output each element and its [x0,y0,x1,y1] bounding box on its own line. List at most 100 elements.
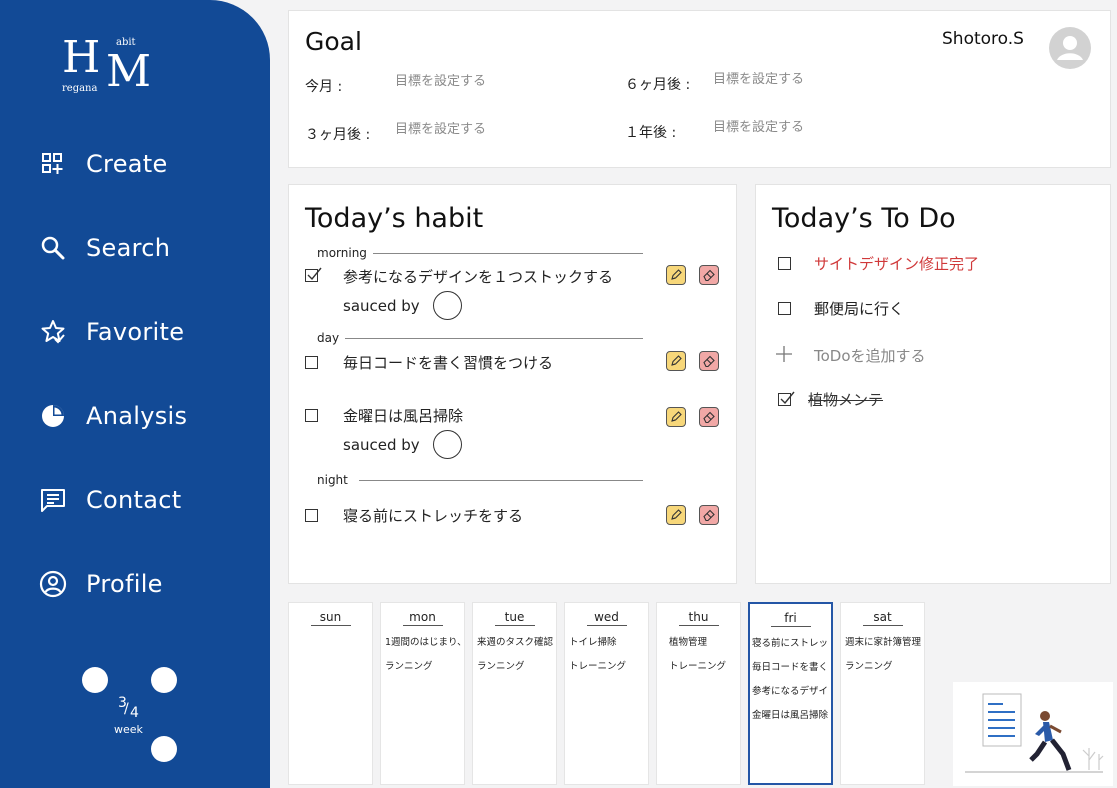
day-column-tue[interactable]: tue 来週のタスク確認 ランニング [472,602,557,785]
sidebar-item-analysis[interactable]: Analysis [38,396,187,436]
day-item: トレーニング [669,661,727,672]
search-icon [41,236,65,260]
day-items: 寝る前にストレッ 毎日コードを書く 参考になるデザイ 金曜日は風呂掃除 [752,637,829,733]
habit-card: Today’s habit morning 参考になるデザインを１つストックする… [288,184,737,584]
profile-icon [39,570,67,598]
week-denominator: 4 [130,705,139,721]
goal-input-one-year[interactable] [713,120,913,135]
goal-input-this-month[interactable] [395,74,595,89]
day-items: 来週のタスク確認 ランニング [477,636,554,684]
app-logo[interactable]: H abit M regana [62,36,152,98]
runner-illustration-icon [965,693,1104,773]
delete-button[interactable] [699,265,719,285]
day-column-sun[interactable]: sun [288,602,373,785]
day-underline [862,625,903,626]
edit-button[interactable] [666,505,686,525]
plus-icon [776,346,792,362]
goal-label: ６ヶ月後 : [625,77,691,93]
day-item: ランニング [385,661,433,672]
logo-letter-h: H [62,32,101,83]
sidebar-item-profile[interactable]: Profile [38,564,163,604]
day-column-mon[interactable]: mon 1週間のはじまり、 ランニング [380,602,465,785]
day-item: ランニング [845,661,893,672]
sauced-by-avatar[interactable] [433,430,462,459]
day-name: sat [873,610,892,624]
delete-button[interactable] [699,351,719,371]
habit-checkbox[interactable] [305,409,318,422]
logo-regana: regana [62,83,98,94]
eraser-icon [703,355,715,368]
logo-letter-m: M [106,46,152,97]
goal-input-six-months[interactable] [713,72,913,87]
goal-label: １年後 : [625,125,677,141]
user-name: Shotoro.S [942,29,1024,49]
habit-checkbox[interactable] [305,356,318,369]
sidebar-item-favorite[interactable]: Favorite [38,312,184,352]
sidebar: H abit M regana Create Search Favorite A… [0,0,270,788]
day-name: sun [319,610,342,624]
week-dot [82,667,108,693]
eraser-icon [703,411,715,424]
sidebar-item-label: Create [86,150,168,178]
day-name: mon [409,610,436,624]
sauced-by-avatar[interactable] [433,291,462,320]
day-column-thu[interactable]: thu 植物管理 トレーニング [656,602,741,785]
habit-text: 参考になるデザインを１つストックする [343,268,614,286]
day-items: 植物管理 トレーニング [669,636,738,684]
create-icon [42,153,63,174]
eraser-icon [703,509,715,522]
day-column-sat[interactable]: sat 週末に家計簿管理 ランニング [840,602,925,785]
day-underline [770,626,811,627]
edit-icon [671,269,682,280]
avatar-icon[interactable] [1049,27,1091,69]
day-name: tue [504,610,525,624]
delete-button[interactable] [699,407,719,427]
edit-button[interactable] [666,407,686,427]
section-divider [373,253,643,254]
edit-button[interactable] [666,265,686,285]
delete-button[interactable] [699,505,719,525]
day-items: 週末に家計簿管理 ランニング [845,636,922,684]
goal-title: Goal [305,27,362,56]
favorite-icon [41,320,65,344]
todo-checkbox[interactable] [778,257,791,270]
section-divider [359,480,643,481]
day-column-fri-selected[interactable]: fri 寝る前にストレッ 毎日コードを書く 参考になるデザイ 金曜日は風呂掃除 [748,602,833,785]
section-divider [345,338,643,339]
todo-text: サイトデザイン修正完了 [814,255,980,273]
habit-text: 毎日コードを書く習慣をつける [343,354,554,372]
sidebar-item-contact[interactable]: Contact [38,480,181,520]
habit-text: 金曜日は風呂掃除 [343,407,464,425]
day-item: トレーニング [569,661,627,672]
check-icon [780,391,795,405]
habit-checkbox[interactable] [305,509,318,522]
goal-label: ３ヶ月後 : [305,127,371,143]
day-name: fri [784,611,797,625]
edit-icon [671,509,682,520]
sidebar-item-create[interactable]: Create [38,144,168,184]
sidebar-item-label: Search [86,234,171,262]
day-column-wed[interactable]: wed トイレ掃除 トレーニング [564,602,649,785]
eraser-icon [703,269,715,282]
edit-icon [671,411,682,422]
day-underline [586,625,627,626]
todo-text: 郵便局に行く [814,300,905,318]
week-slash: / [124,701,129,717]
sauced-by-label: sauced by [343,297,420,315]
runner-illustration [953,682,1113,786]
goal-input-three-months[interactable] [395,122,595,137]
day-items: 1週間のはじまり、 ランニング [385,636,462,684]
todo-checkbox-checked[interactable] [778,391,795,406]
todo-text: 植物メンテ [808,391,884,409]
sidebar-item-search[interactable]: Search [38,228,170,268]
todo-card: Today’s To Do サイトデザイン修正完了 郵便局に行く ToDoを追加… [755,184,1111,584]
edit-button[interactable] [666,351,686,371]
section-morning-label: morning [317,246,367,260]
section-day-label: day [317,331,340,345]
day-item: 週末に家計簿管理 [845,637,922,648]
habit-checkbox-checked[interactable] [305,267,322,282]
day-item: ランニング [477,661,525,672]
todo-checkbox[interactable] [778,302,791,315]
day-name: wed [594,610,619,624]
week-dot [151,736,177,762]
